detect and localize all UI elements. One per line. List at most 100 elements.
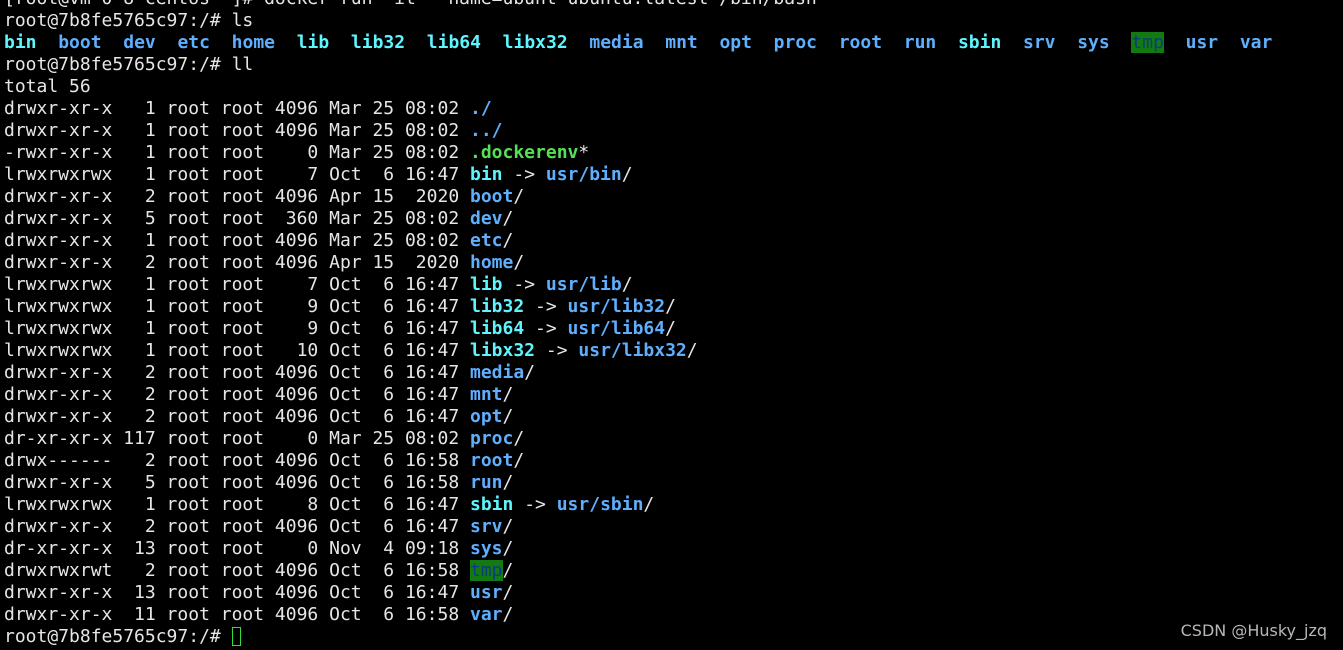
terminal-filename-bin: lib64 [470, 318, 525, 339]
terminal-text: root@7b8fe5765c97:/# ll [4, 54, 254, 75]
terminal-text: / [621, 274, 633, 295]
terminal-text: -> [524, 318, 568, 339]
terminal-filename-dir: srv [1023, 32, 1056, 53]
terminal-filename-dir: home [231, 32, 276, 53]
terminal-command-line: root@7b8fe5765c97:/# [4, 626, 1339, 648]
terminal-cursor [231, 627, 241, 646]
terminal-text: -> [502, 164, 546, 185]
terminal-filename-dir: ../ [470, 120, 503, 141]
terminal-text: -rwxr-xr-x 1 root root 0 Mar 25 08:02 [4, 142, 470, 163]
terminal-filename-dir: media [470, 362, 525, 383]
terminal-text: / [502, 208, 514, 229]
terminal-filename-dir: boot [470, 186, 514, 207]
terminal-text: -> [524, 296, 568, 317]
terminal-output-line: dr-xr-xr-x 13 root root 0 Nov 4 09:18 sy… [4, 538, 1339, 560]
terminal-output-line: drwx------ 2 root root 4096 Oct 6 16:58 … [4, 450, 1339, 472]
terminal-text: drwxr-xr-x 5 root root 4096 Oct 6 16:58 [4, 472, 470, 493]
terminal-filename-bin: lib64 [426, 32, 481, 53]
terminal-text: / [621, 164, 633, 185]
terminal-output-line: drwxr-xr-x 2 root root 4096 Apr 15 2020 … [4, 186, 1339, 208]
terminal-text: / [502, 384, 514, 405]
terminal-output-line: drwxr-xr-x 13 root root 4096 Oct 6 16:47… [4, 582, 1339, 604]
terminal-text: root@7b8fe5765c97:/# [4, 626, 232, 647]
terminal-output-line: drwxr-xr-x 5 root root 360 Mar 25 08:02 … [4, 208, 1339, 230]
terminal-filename-dir: etc [470, 230, 503, 251]
terminal-filename-dir: run [470, 472, 503, 493]
terminal-filename-dir: var [1239, 32, 1273, 53]
terminal-filename-dir: home [470, 252, 514, 273]
terminal-filename-bin: libx32 [502, 32, 568, 53]
terminal-filename-dir: root [838, 32, 883, 53]
terminal-output[interactable]: [root@vm-0-8-centos ~]# docker run -it -… [4, 0, 1339, 648]
terminal-output-line: drwxr-xr-x 2 root root 4096 Apr 15 2020 … [4, 252, 1339, 274]
terminal-text: / [502, 560, 514, 581]
terminal-filename-dir: ./ [470, 98, 492, 119]
terminal-filename-dir: run [903, 32, 937, 53]
terminal-filename-dir: opt [719, 32, 752, 53]
terminal-text: lrwxrwxrwx 1 root root 9 Oct 6 16:47 [4, 318, 470, 339]
terminal-filename-dir: usr [470, 582, 503, 603]
terminal-text: / [513, 252, 525, 273]
terminal-text: / [502, 538, 514, 559]
terminal-filename-bin: sbin [470, 494, 514, 515]
terminal-text: / [665, 318, 676, 339]
terminal-filename-dir: proc [470, 428, 514, 449]
terminal-command-line: root@7b8fe5765c97:/# ls [4, 10, 1339, 32]
terminal-text: dr-xr-xr-x 117 root root 0 Mar 25 08:02 [4, 428, 470, 449]
terminal-text: drwxr-xr-x 11 root root 4096 Oct 6 16:58 [4, 604, 470, 625]
terminal-output-line: drwxr-xr-x 1 root root 4096 Mar 25 08:02… [4, 98, 1339, 120]
terminal-text: root@7b8fe5765c97:/# ls [4, 10, 254, 31]
terminal-filename-dir: srv [470, 516, 503, 537]
terminal-filename-bin: sbin [957, 32, 1002, 53]
terminal-text: -> [513, 494, 557, 515]
terminal-text: drwxr-xr-x 2 root root 4096 Apr 15 2020 [4, 252, 470, 273]
terminal-text: / [513, 428, 525, 449]
terminal-output-line: drwxr-xr-x 1 root root 4096 Mar 25 08:02… [4, 120, 1339, 142]
terminal-text: lrwxrwxrwx 1 root root 9 Oct 6 16:47 [4, 296, 470, 317]
terminal-filename-bin: lib32 [470, 296, 525, 317]
terminal-output-line: dr-xr-xr-x 117 root root 0 Mar 25 08:02 … [4, 428, 1339, 450]
terminal-output-line: drwxrwxrwt 2 root root 4096 Oct 6 16:58 … [4, 560, 1339, 582]
terminal-output-line: drwxr-xr-x 2 root root 4096 Oct 6 16:47 … [4, 362, 1339, 384]
terminal-output-line: drwxr-xr-x 2 root root 4096 Oct 6 16:47 … [4, 406, 1339, 428]
terminal-text: drwxrwxrwt 2 root root 4096 Oct 6 16:58 [4, 560, 470, 581]
terminal-text: / [502, 516, 514, 537]
terminal-filename-dir: usr [1185, 32, 1219, 53]
terminal-filename-bin: lib [296, 32, 330, 53]
terminal-text: / [686, 340, 698, 361]
terminal-filename-dir: proc [773, 32, 818, 53]
terminal-output-line: drwxr-xr-x 1 root root 4096 Mar 25 08:02… [4, 230, 1339, 252]
terminal-filename-dir: sys [1077, 32, 1110, 53]
terminal-filename-sticky: tmp [470, 560, 503, 581]
terminal-text: -> [535, 340, 579, 361]
terminal-text: drwx------ 2 root root 4096 Oct 6 16:58 [4, 450, 470, 471]
terminal-filename-dir: mnt [665, 32, 698, 53]
terminal-command-line: root@7b8fe5765c97:/# ll [4, 54, 1339, 76]
terminal-text: lrwxrwxrwx 1 root root 10 Oct 6 16:47 [4, 340, 470, 361]
terminal-output-line: lrwxrwxrwx 1 root root 10 Oct 6 16:47 li… [4, 340, 1339, 362]
terminal-filename-bin: lib [470, 274, 503, 295]
terminal-output-line: drwxr-xr-x 5 root root 4096 Oct 6 16:58 … [4, 472, 1339, 494]
terminal-text: [root@vm-0-8-centos ~]# docker run -it -… [4, 0, 817, 9]
terminal-output-line: total 56 [4, 76, 1339, 98]
terminal-filename-dir: dev [470, 208, 503, 229]
terminal-text: / [513, 186, 525, 207]
terminal-filename-dir: var [470, 604, 503, 625]
terminal-output-line: bin boot dev etc home lib lib32 lib64 li… [4, 32, 1339, 54]
terminal-filename-dir: usr/lib32 [567, 296, 666, 317]
terminal-filename-dir: usr/bin [545, 164, 622, 185]
terminal-filename-bin: bin [4, 32, 37, 53]
terminal-text: / [502, 230, 514, 251]
terminal-filename-exec: .dockerenv [470, 142, 579, 163]
terminal-text: drwxr-xr-x 1 root root 4096 Mar 25 08:02 [4, 230, 470, 251]
